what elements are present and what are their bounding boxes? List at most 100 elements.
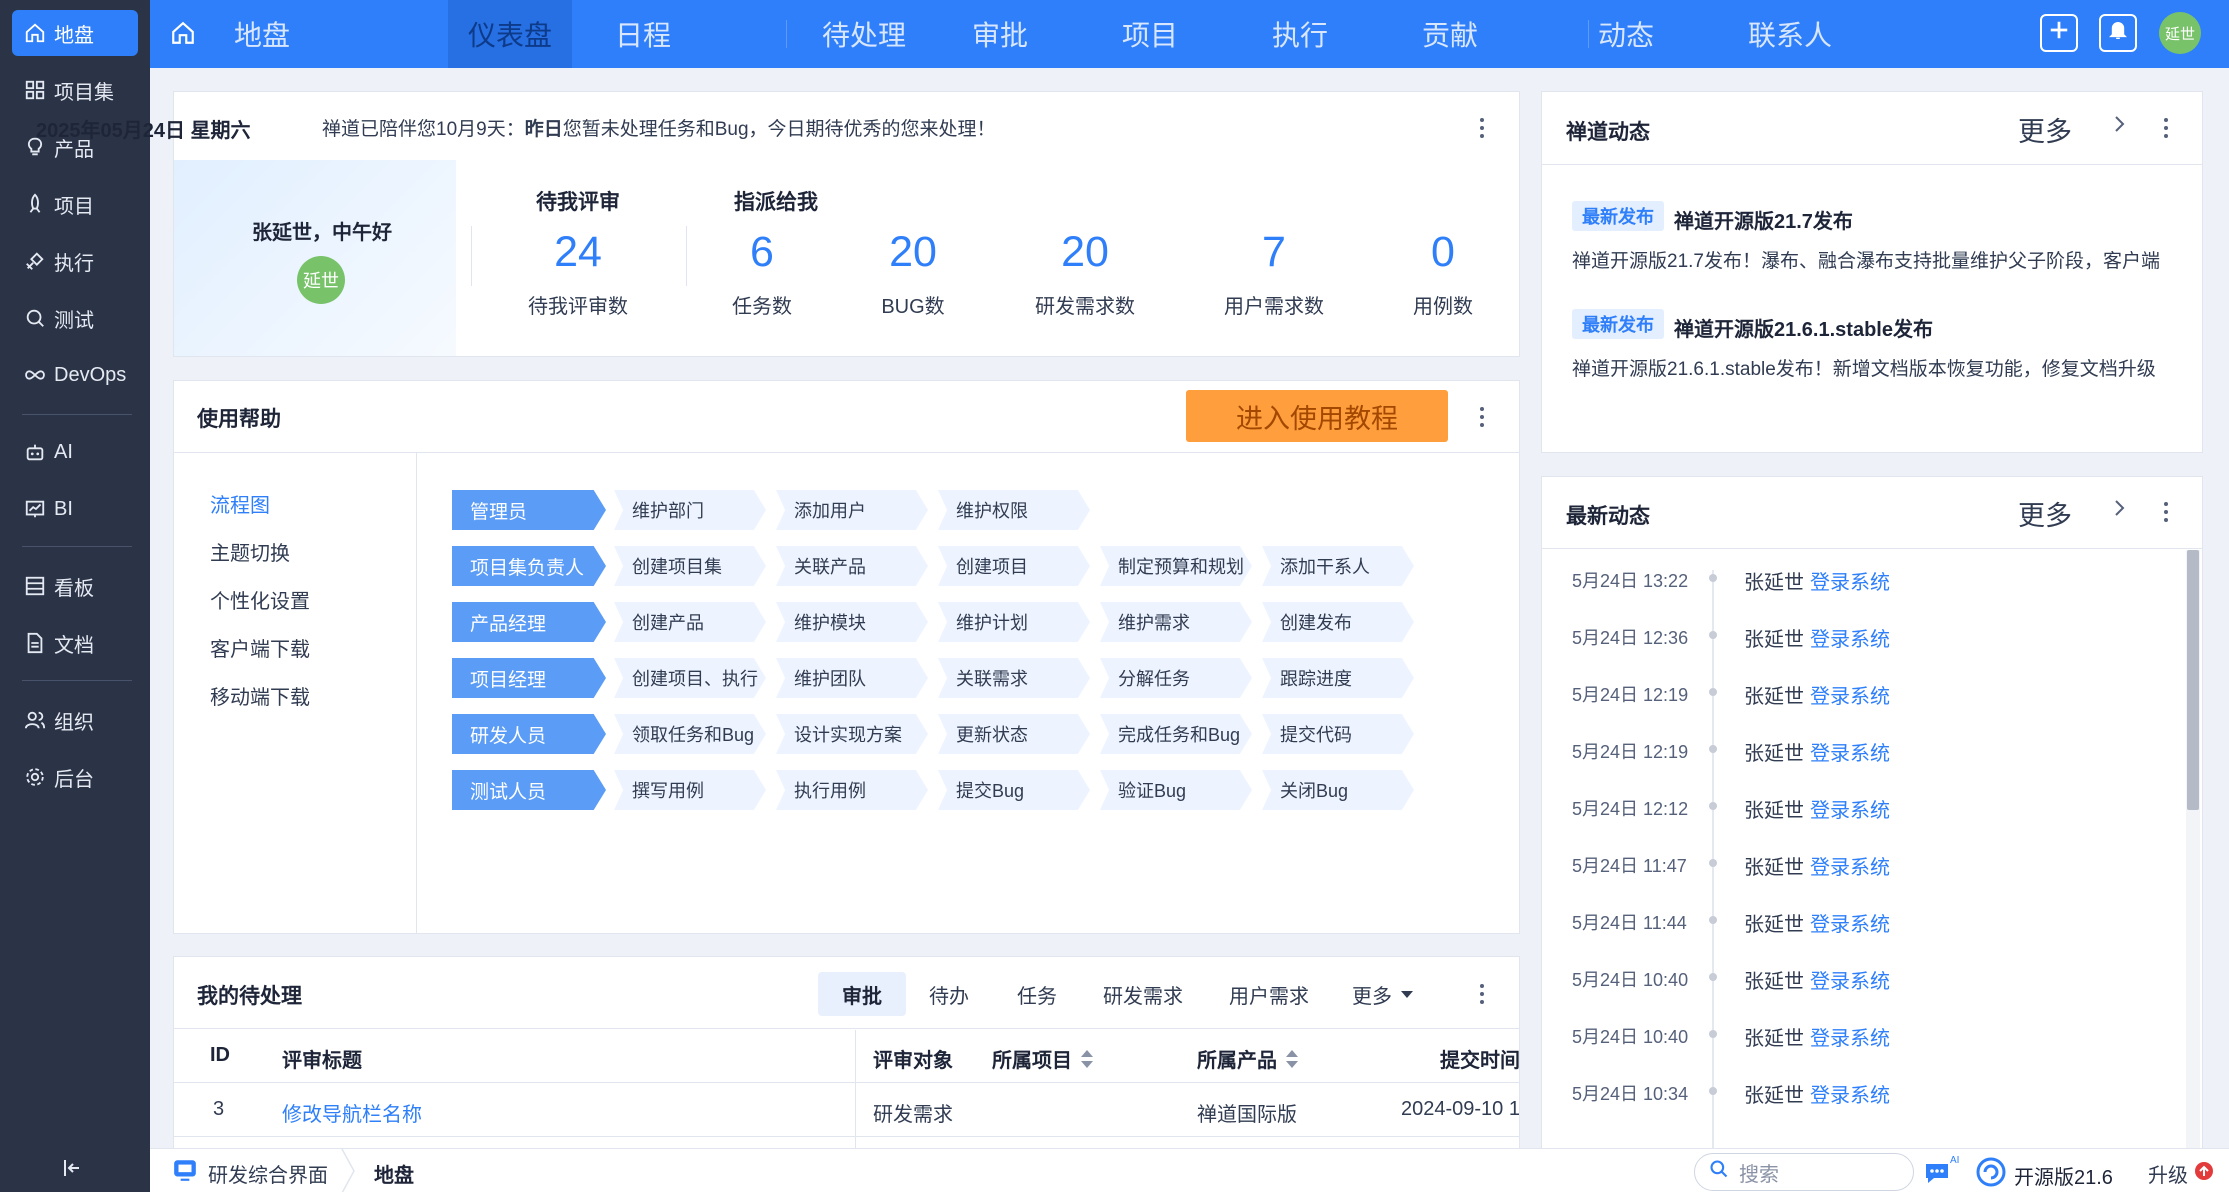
sidebar-item-bi[interactable]: BI xyxy=(12,486,138,532)
tab-calendar[interactable]: 日程 xyxy=(593,0,693,68)
sidebar-item-doc[interactable]: 文档 xyxy=(12,620,138,666)
flow-step[interactable]: 维护部门 xyxy=(614,490,766,530)
ai-assistant-button[interactable]: AI xyxy=(1924,1155,1964,1187)
add-button[interactable] xyxy=(2040,14,2078,52)
activity-action-link[interactable]: 登录系统 xyxy=(1810,1085,1890,1107)
sidebar-item-execution[interactable]: 执行 xyxy=(12,238,138,284)
tab-contacts[interactable]: 联系人 xyxy=(1726,0,1854,68)
sidebar-item-organization[interactable]: 组织 xyxy=(12,697,138,743)
flow-step[interactable]: 创建发布 xyxy=(1262,602,1414,642)
activity-action-link[interactable]: 登录系统 xyxy=(1810,629,1890,651)
flow-step[interactable]: 提交Bug xyxy=(938,770,1090,810)
stat-value[interactable]: 20 xyxy=(813,228,1013,277)
column-header-title[interactable]: 评审标题 xyxy=(282,1044,362,1073)
sidebar-item-test[interactable]: 测试 xyxy=(12,295,138,341)
flow-step[interactable]: 关联产品 xyxy=(776,546,928,586)
breadcrumb[interactable]: 地盘 xyxy=(374,1159,414,1188)
flow-step[interactable]: 跟踪进度 xyxy=(1262,658,1414,698)
sidebar-item-program[interactable]: 项目集 xyxy=(12,67,138,113)
tab-pending[interactable]: 待处理 xyxy=(800,0,928,68)
flow-step[interactable]: 设计实现方案 xyxy=(776,714,928,754)
help-menu-client-download[interactable]: 客户端下载 xyxy=(210,633,310,662)
flow-step[interactable]: 添加干系人 xyxy=(1262,546,1414,586)
flow-step[interactable]: 维护需求 xyxy=(1100,602,1252,642)
todo-tab-more[interactable]: 更多 xyxy=(1346,972,1420,1016)
search-input[interactable]: 搜索 xyxy=(1694,1153,1914,1191)
flow-step[interactable]: 撰写用例 xyxy=(614,770,766,810)
flow-step[interactable]: 领取任务和Bug xyxy=(614,714,766,754)
activity-scrollbar[interactable] xyxy=(2186,550,2200,1148)
table-cell-title-link[interactable]: 修改导航栏名称 xyxy=(282,1098,422,1127)
stat-value[interactable]: 20 xyxy=(985,228,1185,277)
column-header-time[interactable]: 提交时间 xyxy=(1440,1044,1520,1073)
todo-tab-story[interactable]: 研发需求 xyxy=(1096,972,1190,1016)
collapse-sidebar-icon[interactable] xyxy=(60,1156,90,1186)
activity-action-link[interactable]: 登录系统 xyxy=(1810,800,1890,822)
activity-action-link[interactable]: 登录系统 xyxy=(1810,686,1890,708)
notification-button[interactable] xyxy=(2099,14,2137,52)
flow-step[interactable]: 维护计划 xyxy=(938,602,1090,642)
todo-menu-icon[interactable] xyxy=(1470,982,1494,1006)
help-menu-icon[interactable] xyxy=(1470,405,1494,429)
flow-step[interactable]: 维护权限 xyxy=(938,490,1090,530)
activity-more-link[interactable]: 更多 xyxy=(2018,494,2072,533)
activity-action-link[interactable]: 登录系统 xyxy=(1810,572,1890,594)
tab-approval[interactable]: 审批 xyxy=(950,0,1050,68)
sidebar-item-devops[interactable]: DevOps xyxy=(12,352,138,398)
news-title-link[interactable]: 禅道开源版21.7发布 xyxy=(1674,205,1853,234)
version-label[interactable]: 开源版21.6 xyxy=(1976,1157,2113,1192)
flow-step[interactable]: 创建项目 xyxy=(938,546,1090,586)
sidebar-item-project[interactable]: 项目 xyxy=(12,181,138,227)
welcome-menu-icon[interactable] xyxy=(1470,116,1494,140)
flow-step[interactable]: 创建项目集 xyxy=(614,546,766,586)
flow-step[interactable]: 维护团队 xyxy=(776,658,928,698)
flow-step[interactable]: 制定预算和规划 xyxy=(1100,546,1252,586)
tab-project[interactable]: 项目 xyxy=(1100,0,1200,68)
activity-action-link[interactable]: 登录系统 xyxy=(1810,914,1890,936)
activity-action-link[interactable]: 登录系统 xyxy=(1810,1028,1890,1050)
stat-value[interactable]: 24 xyxy=(478,228,678,277)
chevron-right-icon[interactable] xyxy=(2113,114,2127,140)
todo-tab-task[interactable]: 任务 xyxy=(1006,972,1068,1016)
stat-value[interactable]: 0 xyxy=(1343,228,1543,277)
flow-role[interactable]: 研发人员 xyxy=(452,714,606,754)
tab-contribution[interactable]: 贡献 xyxy=(1400,0,1500,68)
activity-action-link[interactable]: 登录系统 xyxy=(1810,743,1890,765)
flow-role[interactable]: 产品经理 xyxy=(452,602,606,642)
enter-tutorial-button[interactable]: 进入使用教程 xyxy=(1186,390,1448,442)
todo-tab-requirement[interactable]: 用户需求 xyxy=(1222,972,1316,1016)
help-menu-theme[interactable]: 主题切换 xyxy=(210,537,290,566)
flow-step[interactable]: 分解任务 xyxy=(1100,658,1252,698)
tab-dashboard[interactable]: 仪表盘 xyxy=(448,0,572,68)
help-menu-flowchart[interactable]: 流程图 xyxy=(210,489,270,518)
flow-step[interactable]: 更新状态 xyxy=(938,714,1090,754)
activity-menu-icon[interactable] xyxy=(2154,500,2178,524)
sidebar-item-admin[interactable]: 后台 xyxy=(12,754,138,800)
flow-role[interactable]: 管理员 xyxy=(452,490,606,530)
help-menu-mobile-download[interactable]: 移动端下载 xyxy=(210,681,310,710)
flow-step[interactable]: 创建项目、执行 xyxy=(614,658,766,698)
flow-step[interactable]: 关闭Bug xyxy=(1262,770,1414,810)
upgrade-button[interactable]: 升级 xyxy=(2148,1159,2214,1188)
flow-step[interactable]: 完成任务和Bug xyxy=(1100,714,1252,754)
todo-tab-todo[interactable]: 待办 xyxy=(918,972,980,1016)
sidebar-item-kanban[interactable]: 看板 xyxy=(12,563,138,609)
column-header-product[interactable]: 所属产品 xyxy=(1197,1044,1299,1075)
flow-step[interactable]: 创建产品 xyxy=(614,602,766,642)
chevron-right-icon[interactable] xyxy=(2113,498,2127,524)
activity-action-link[interactable]: 登录系统 xyxy=(1810,971,1890,993)
column-header-project[interactable]: 所属项目 xyxy=(992,1044,1094,1075)
flow-role[interactable]: 测试人员 xyxy=(452,770,606,810)
column-header-object[interactable]: 评审对象 xyxy=(873,1044,953,1073)
flow-step[interactable]: 执行用例 xyxy=(776,770,928,810)
flow-step[interactable]: 关联需求 xyxy=(938,658,1090,698)
column-header-id[interactable]: ID xyxy=(210,1044,230,1067)
app-switcher[interactable]: 研发综合界面 xyxy=(172,1157,328,1189)
user-avatar[interactable]: 延世 xyxy=(2159,12,2201,54)
zentao-news-menu-icon[interactable] xyxy=(2154,116,2178,140)
news-title-link[interactable]: 禅道开源版21.6.1.stable发布 xyxy=(1674,313,1933,342)
scrollbar-thumb[interactable] xyxy=(2187,550,2199,810)
flow-role[interactable]: 项目集负责人 xyxy=(452,546,606,586)
flow-step[interactable]: 添加用户 xyxy=(776,490,928,530)
flow-step[interactable]: 验证Bug xyxy=(1100,770,1252,810)
